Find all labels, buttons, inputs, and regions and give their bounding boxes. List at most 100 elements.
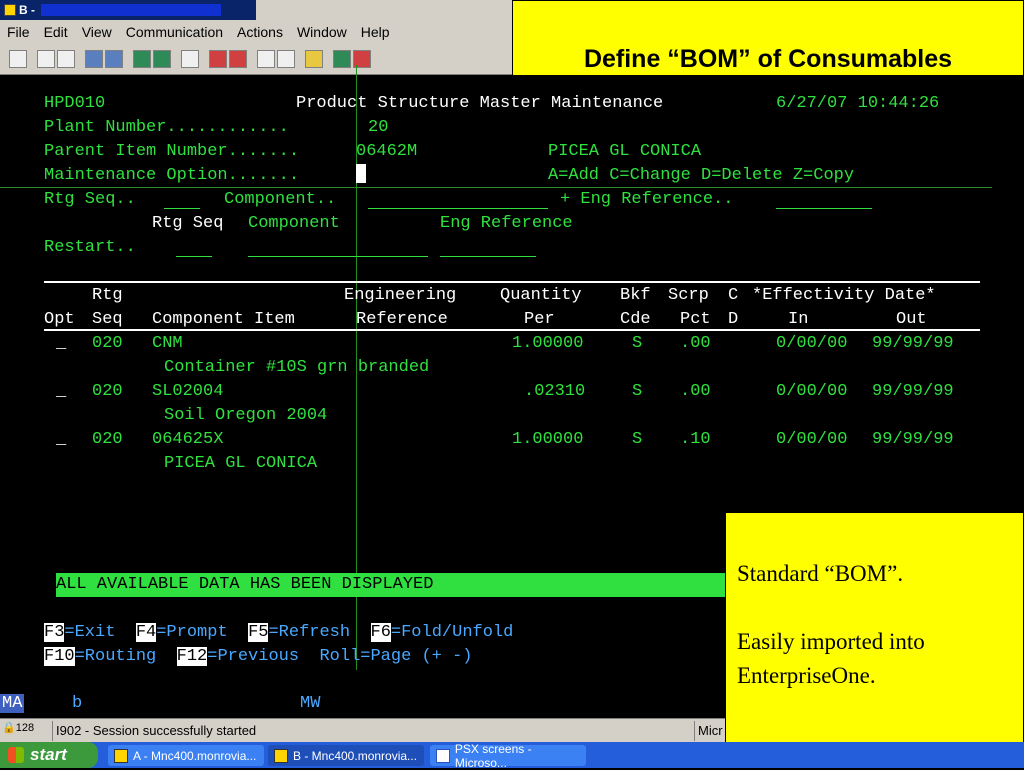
globe-icon[interactable] [333, 50, 351, 68]
f12-label: =Previous Roll=Page (+ -) [207, 647, 473, 666]
row-option-input[interactable]: _ [56, 380, 66, 404]
word-document-icon [436, 748, 450, 763]
row-option-input[interactable]: _ [56, 332, 66, 356]
session-message: I902 - Session successfully started [56, 723, 257, 738]
col-bkf: Bkf [620, 286, 651, 305]
f5-key[interactable]: F5 [248, 623, 269, 642]
menu-window[interactable]: Window [290, 24, 354, 40]
table-header-rule [44, 329, 980, 331]
keyboard-map-icon[interactable] [153, 50, 171, 68]
maintenance-option-input[interactable] [356, 164, 366, 189]
stop-macro-icon[interactable] [257, 50, 275, 68]
table-top-rule [44, 281, 980, 283]
function-keys-row-2: F10=Routing F12=Previous Roll=Page (+ -) [44, 645, 473, 669]
callout-heading: Define “BOM” of Consumables [583, 45, 953, 73]
row-seq: 020 [92, 334, 123, 353]
maintenance-option-label: Maintenance Option....... [44, 166, 300, 185]
row-component-item: SL02004 [152, 382, 224, 401]
row-quantity: 1.00000 [512, 430, 584, 449]
paste-icon[interactable] [57, 50, 75, 68]
menu-file[interactable]: File [0, 24, 37, 40]
row-component-item: CNM [152, 334, 183, 353]
title-strip [256, 0, 512, 20]
row-description: Container #10S grn branded [164, 358, 430, 377]
restart-eng-reference-input[interactable] [440, 256, 536, 257]
taskbar-item-label: PSX screens - Microso... [454, 741, 532, 770]
f3-key[interactable]: F3 [44, 623, 65, 642]
menu-help[interactable]: Help [354, 24, 397, 40]
menu-actions[interactable]: Actions [230, 24, 290, 40]
restart-component-input[interactable] [248, 256, 428, 257]
oia-mode: MA [0, 694, 25, 713]
session-icon [274, 748, 288, 763]
restart-rtg-seq-heading: Rtg Seq [152, 214, 224, 233]
row-eff-out: 99/99/99 [872, 382, 954, 401]
component-input[interactable] [368, 208, 548, 209]
row-scrp: .10 [680, 430, 711, 449]
col-quantity: Quantity [500, 286, 582, 305]
copy-icon[interactable] [37, 50, 55, 68]
session-icon [4, 4, 16, 16]
start-button[interactable]: start [0, 742, 98, 768]
restart-label: Restart.. [44, 238, 136, 257]
rtg-seq-label: Rtg Seq.. [44, 190, 136, 209]
windows-logo-icon [8, 747, 24, 763]
receive-file-icon[interactable] [105, 50, 123, 68]
function-keys-row-1: F3=Exit F4=Prompt F5=Refresh F6=Fold/Unf… [44, 621, 513, 645]
col-rtg: Rtg [92, 286, 123, 305]
taskbar-item-session-a[interactable]: A - Mnc400.monrovia... [108, 745, 264, 766]
play-macro-icon[interactable] [229, 50, 247, 68]
send-file-icon[interactable] [85, 50, 103, 68]
status-message: ALL AVAILABLE DATA HAS BEEN DISPLAYED [56, 575, 434, 594]
lock-icon: 🔒128 [2, 722, 35, 734]
f3-label: =Exit [64, 623, 136, 642]
menu-communication[interactable]: Communication [119, 24, 230, 40]
restart-rtg-seq-input[interactable] [176, 256, 212, 257]
eng-reference-input[interactable] [776, 208, 872, 209]
row-option-input[interactable]: _ [56, 428, 66, 452]
taskbar-item-word[interactable]: PSX screens - Microso... [430, 742, 586, 770]
menu-edit[interactable]: Edit [37, 24, 75, 40]
row-bkf: S [632, 430, 643, 449]
toolbar [0, 44, 512, 75]
rtg-seq-input[interactable] [164, 208, 200, 209]
f4-label: =Prompt [156, 623, 249, 642]
taskbar-item-label: A - Mnc400.monrovia... [133, 748, 257, 763]
operator-info-area: MA b MW [0, 692, 725, 716]
display-icon[interactable] [133, 50, 151, 68]
row-seq: 020 [92, 382, 123, 401]
program-id: HPD010 [44, 94, 106, 113]
window-title-bar[interactable]: B - [0, 0, 256, 20]
maintenance-option-hint: A=Add C=Change D=Delete Z=Copy [548, 166, 855, 185]
f10-label: =Routing [74, 647, 177, 666]
window-title: B - [19, 3, 35, 17]
row-bkf: S [632, 334, 643, 353]
f10-key[interactable]: F10 [44, 647, 75, 666]
status-message-bar: ALL AVAILABLE DATA HAS BEEN DISPLAYED [56, 573, 725, 597]
clipboard-icon[interactable] [305, 50, 323, 68]
f6-key[interactable]: F6 [370, 623, 391, 642]
f4-key[interactable]: F4 [135, 623, 157, 642]
eng-reference-label: + Eng Reference.. [560, 190, 734, 209]
record-macro-icon[interactable] [209, 50, 227, 68]
title-highlight [41, 4, 221, 16]
session-status-bar: 🔒128 I902 - Session successfully started… [0, 718, 725, 743]
menu-view[interactable]: View [75, 24, 119, 40]
lock-count: 128 [15, 722, 35, 734]
restart-eng-reference-heading: Eng Reference [440, 214, 573, 233]
taskbar: start A - Mnc400.monrovia... B - Mnc400.… [0, 742, 1024, 770]
row-description: PICEA GL CONICA [164, 454, 318, 473]
edit-icon[interactable] [181, 50, 199, 68]
taskbar-item-session-b[interactable]: B - Mnc400.monrovia... [268, 745, 424, 766]
plant-label: Plant Number............ [44, 118, 289, 137]
col-scrp: Scrp [668, 286, 709, 305]
print-screen-icon[interactable] [9, 50, 27, 68]
restart-component-heading: Component [248, 214, 340, 233]
run-macro-icon[interactable] [277, 50, 295, 68]
component-label: Component.. [224, 190, 337, 209]
oia-mw: MW [300, 694, 321, 713]
parent-item-description: PICEA GL CONICA [548, 142, 702, 161]
f6-label: =Fold/Unfold [390, 623, 514, 642]
f12-key[interactable]: F12 [176, 647, 208, 666]
col-effectivity: *Effectivity Date* [752, 286, 936, 305]
